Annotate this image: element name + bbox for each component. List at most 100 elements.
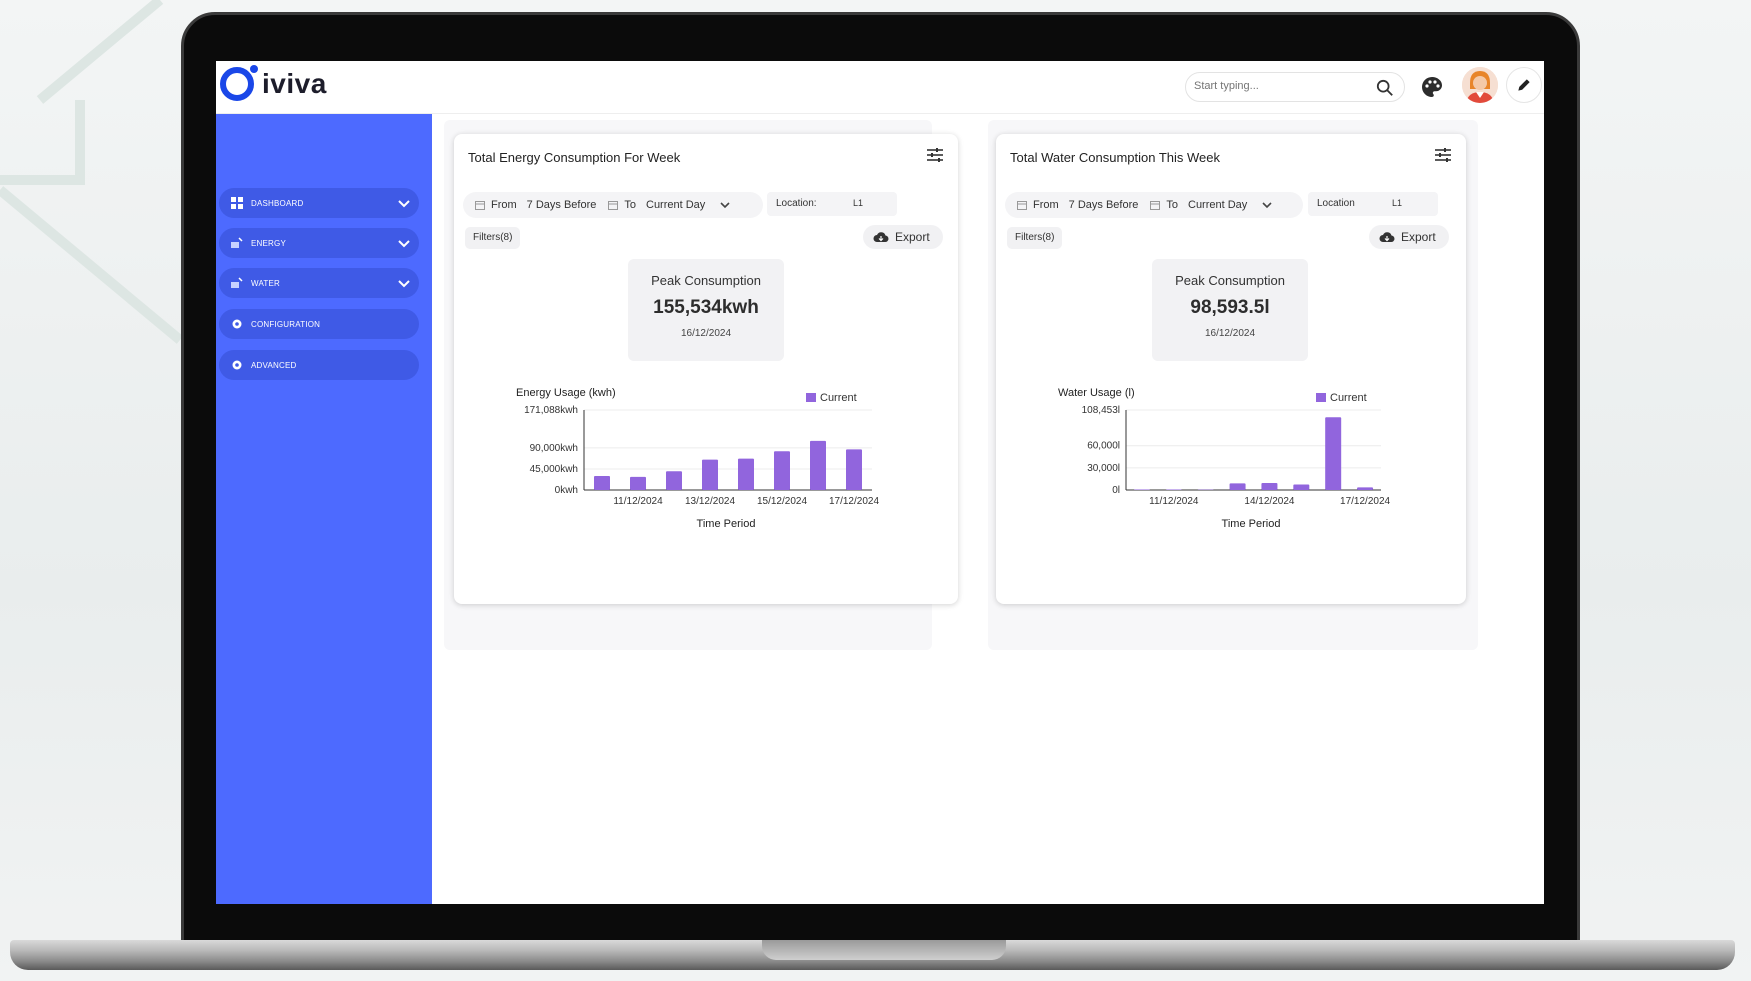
calendar-icon [608, 201, 619, 210]
peak-consumption-card: Peak Consumption 98,593.5l 16/12/2024 [1152, 259, 1308, 361]
filters-chip[interactable]: Filters(8) [1007, 227, 1063, 249]
avatar-icon [1462, 67, 1498, 103]
y-tick-label: 30,000l [1087, 463, 1120, 474]
water-icon [231, 277, 243, 289]
chart-bar [810, 440, 826, 490]
chart-bar [1357, 487, 1374, 490]
logo-text: iviva [262, 68, 327, 99]
x-axis-label: Time Period [1222, 518, 1281, 530]
location-label: Location: [776, 198, 817, 209]
export-button[interactable]: Export [1369, 225, 1449, 249]
sidebar-item-label: ADVANCED [251, 360, 297, 370]
location-field[interactable]: Location L1 [1308, 192, 1438, 216]
peak-label: Peak Consumption [651, 273, 761, 288]
location-value: L1 [1392, 198, 1403, 208]
calendar-icon [1150, 201, 1161, 210]
x-axis-label: Time Period [697, 518, 756, 530]
x-tick-label: 17/12/2024 [1340, 496, 1390, 507]
tune-icon[interactable] [1434, 146, 1452, 164]
y-tick-label: 0kwh [555, 485, 578, 496]
location-field[interactable]: Location: L1 [767, 192, 897, 216]
x-tick-label: 15/12/2024 [757, 496, 807, 507]
date-range-selector[interactable]: From 7 Days Before To Current Day [1005, 192, 1303, 218]
water-widget: Total Water Consumption This Week From 7… [996, 134, 1466, 604]
chart-bar [1229, 483, 1246, 490]
chart-bar [1133, 489, 1150, 490]
chart-bar [1261, 482, 1278, 490]
water-bar-chart: Water Usage (l) Current 0l 30,000l 60,000l 10… [1058, 387, 1391, 530]
sidebar-item-label: ENERGY [251, 238, 286, 248]
tune-icon[interactable] [926, 146, 944, 164]
chart-bar [666, 471, 682, 490]
peak-label: Peak Consumption [1175, 273, 1285, 288]
x-tick-label: 11/12/2024 [1149, 496, 1199, 507]
filters-chip[interactable]: Filters(8) [465, 227, 521, 249]
y-tick-label: 108,453l [1082, 405, 1120, 416]
cloud-download-icon [873, 232, 889, 243]
chart-bar [702, 459, 718, 490]
chart-bar [1293, 484, 1310, 490]
sidebar-item-water[interactable]: WATER [219, 268, 419, 298]
from-value[interactable]: 7 Days Before [1069, 199, 1139, 211]
pencil-icon [1518, 79, 1530, 91]
main-content: Total Energy Consumption For Week From 7… [432, 114, 1544, 904]
energy-widget: Total Energy Consumption For Week From 7… [454, 134, 958, 604]
gear-icon [231, 318, 243, 330]
peak-value: 98,593.5l [1190, 297, 1270, 318]
grid-icon [231, 197, 243, 209]
y-tick-label: 60,000l [1087, 441, 1120, 452]
legend-swatch [1316, 393, 1326, 402]
peak-date: 16/12/2024 [680, 328, 732, 339]
logo[interactable]: iviva [220, 65, 327, 101]
y-tick-label: 171,088kwh [524, 405, 578, 416]
palette-icon[interactable] [1420, 75, 1444, 99]
chart-bar [774, 451, 790, 490]
from-label: From [1033, 199, 1059, 211]
to-label: To [624, 199, 636, 211]
sidebar-item-advanced[interactable]: ADVANCED [219, 350, 419, 380]
water-chart: Water Usage (l) Current 0l 30,000l 60,000l 10… [996, 387, 1500, 579]
chevron-down-icon[interactable] [1261, 199, 1273, 211]
legend-label: Current [820, 392, 857, 404]
logo-mark [220, 65, 258, 101]
chevron-down-icon[interactable] [397, 236, 411, 250]
sidebar-item-dashboard[interactable]: DASHBOARD [219, 188, 419, 218]
y-tick-label: 45,000kwh [530, 464, 578, 475]
user-avatar[interactable] [1462, 67, 1498, 103]
chart-bar [846, 449, 862, 490]
calendar-icon [1017, 201, 1027, 210]
sidebar-item-label: WATER [251, 278, 280, 288]
search-icon[interactable] [1376, 79, 1394, 97]
search-box[interactable] [1185, 72, 1405, 102]
x-tick-label: 13/12/2024 [685, 496, 735, 507]
sidebar-item-label: CONFIGURATION [251, 319, 321, 329]
top-header: iviva [216, 61, 1544, 114]
x-tick-label: 11/12/2024 [613, 496, 663, 507]
chevron-down-icon[interactable] [719, 199, 731, 211]
peak-consumption-card: Peak Consumption 155,534kwh 16/12/2024 [628, 259, 784, 361]
legend-swatch [806, 393, 816, 402]
to-value[interactable]: Current Day [646, 199, 705, 211]
sidebar-item-configuration[interactable]: CONFIGURATION [219, 309, 419, 339]
chevron-down-icon[interactable] [397, 196, 411, 210]
x-tick-label: 14/12/2024 [1244, 496, 1294, 507]
chart-bar [1325, 417, 1342, 490]
export-button[interactable]: Export [863, 225, 943, 249]
chevron-down-icon[interactable] [397, 276, 411, 290]
y-tick-label: 90,000kwh [530, 443, 578, 454]
widget-title: Total Water Consumption This Week [1010, 150, 1221, 165]
export-label: Export [895, 230, 930, 244]
search-input[interactable] [1194, 80, 1364, 92]
legend-label: Current [1330, 392, 1367, 404]
x-tick-label: 17/12/2024 [829, 496, 879, 507]
chart-bar [630, 476, 646, 490]
location-label: Location [1317, 198, 1355, 209]
date-range-selector[interactable]: From 7 Days Before To Current Day [463, 192, 763, 218]
edit-button[interactable] [1506, 67, 1542, 103]
from-value[interactable]: 7 Days Before [527, 199, 597, 211]
energy-bar-chart: Energy Usage (kwh) Current 0kwh 45,000kwh 90… [516, 387, 879, 530]
energy-chart: Energy Usage (kwh) Current 0kwh 45,000kwh 90… [454, 387, 958, 579]
to-value[interactable]: Current Day [1188, 199, 1247, 211]
sidebar-item-energy[interactable]: ENERGY [219, 228, 419, 258]
sidebar: DASHBOARD ENERGY WATER CONFIGURATION ADV… [216, 114, 432, 904]
